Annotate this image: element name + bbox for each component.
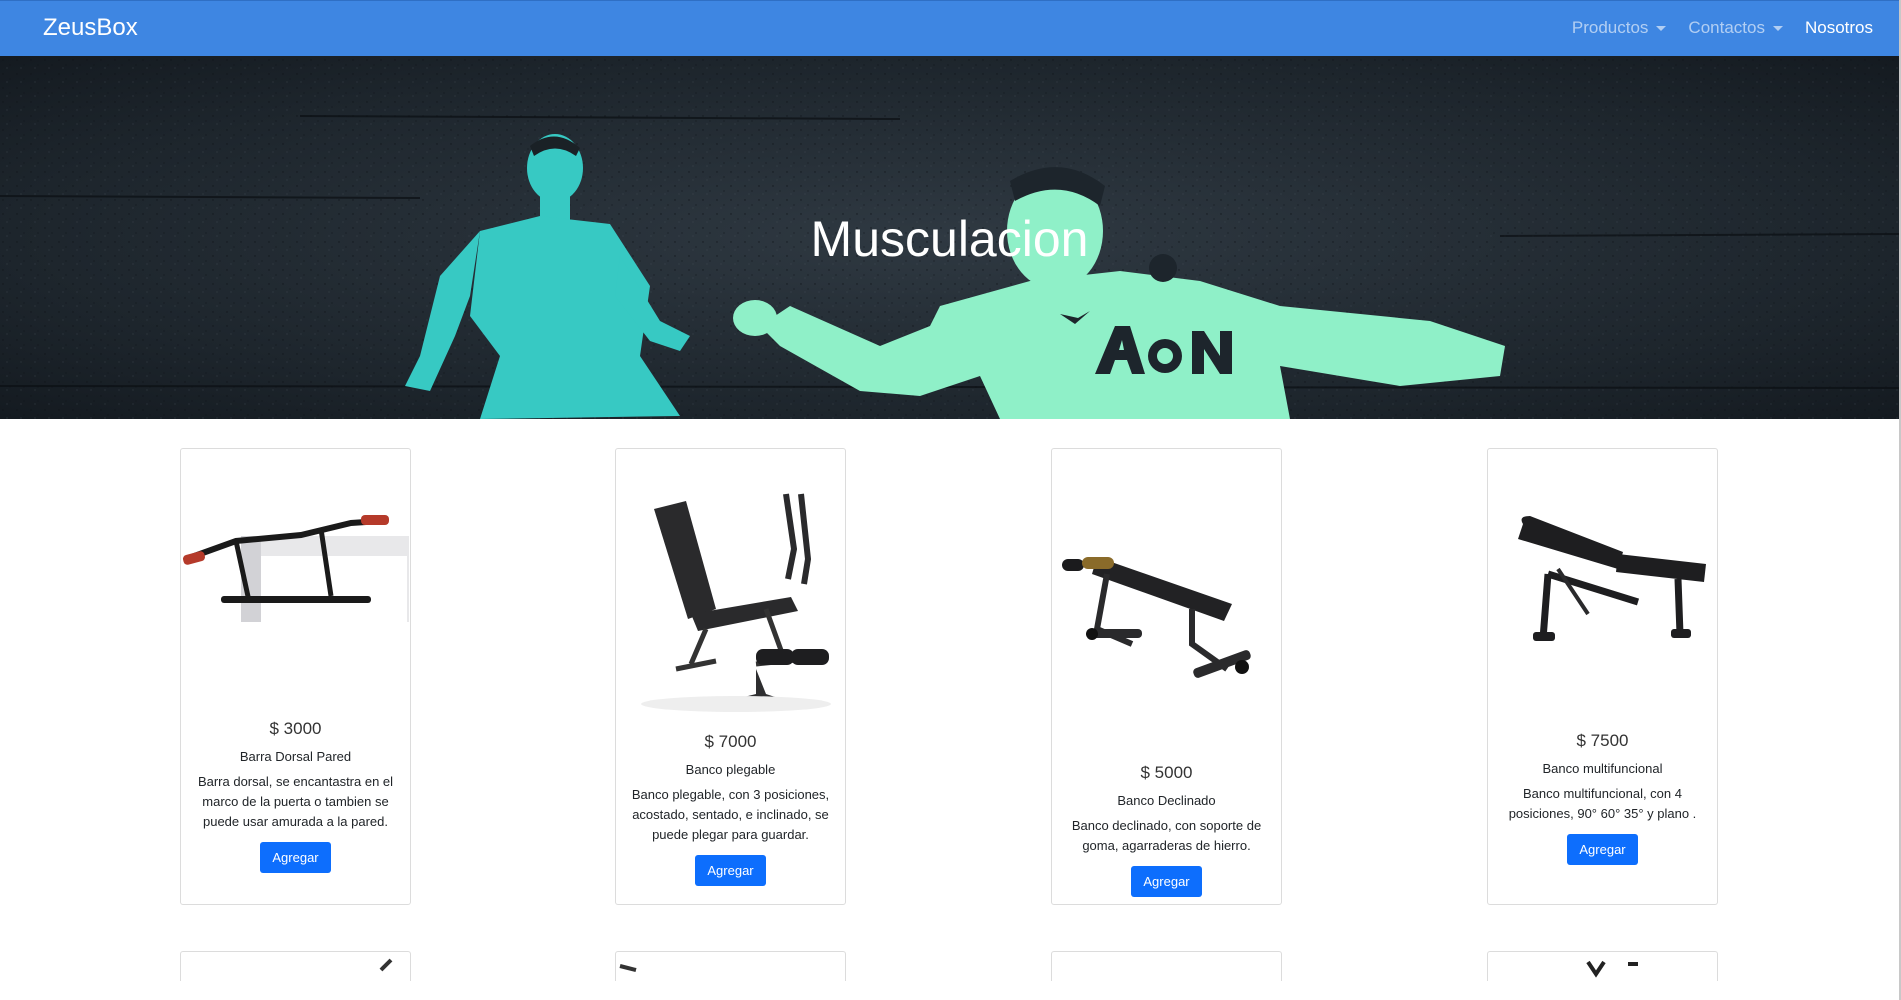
product-title: Banco multifuncional [1542,761,1663,776]
card-body: $ 3000 Barra Dorsal Pared Barra dorsal, … [181,719,410,873]
product-price: $ 3000 [269,719,322,738]
product-price: $ 5000 [1140,763,1193,782]
add-to-cart-button[interactable]: Agregar [260,842,331,873]
hero-title: Musculacion [810,211,1089,267]
nav-item-productos[interactable]: Productos [1561,18,1678,38]
product-card: $ 5000 Banco Declinado Banco declinado, … [1051,448,1282,905]
product-description: Banco multifuncional, con 4 posiciones, … [1508,786,1697,821]
product-card [1051,951,1282,981]
card-body: $ 7500 Banco multifuncional Banco multif… [1488,731,1717,865]
nav-item-contactos[interactable]: Contactos [1677,18,1794,38]
product-card: $ 3000 Barra Dorsal Pared Barra dorsal, … [180,448,411,905]
product-card [1487,951,1718,981]
product-card: $ 7000 Banco plegable Banco plegable, co… [615,448,846,905]
add-to-cart-button[interactable]: Agregar [695,855,766,886]
card-body: $ 5000 Banco Declinado Banco declinado, … [1052,763,1281,897]
product-title: Barra Dorsal Pared [239,749,352,764]
add-to-cart-button[interactable]: Agregar [1567,834,1638,865]
add-to-cart-button[interactable]: Agregar [1131,866,1202,897]
nav-item-nosotros[interactable]: Nosotros [1794,18,1884,38]
hero-banner: Musculacion [0,56,1899,419]
product-title: Banco plegable [685,762,776,777]
brand-logo[interactable]: ZeusBox [43,14,138,42]
page: ZeusBox Productos Contactos Nosotros Mus… [0,0,1899,1000]
caret-down-icon [1656,25,1667,31]
product-card: $ 7500 Banco multifuncional Banco multif… [1487,448,1718,905]
multifunction-bench-image [1488,514,1717,654]
caret-down-icon [1772,25,1783,31]
product-card [615,951,846,981]
card-body: $ 7000 Banco plegable Banco plegable, co… [616,732,845,886]
product-description: Banco declinado, con soporte de goma, ag… [1071,818,1262,853]
folding-bench-image [616,489,845,719]
nav-item-label: Productos [1571,18,1649,37]
product-card [180,951,411,981]
product-title: Banco Declinado [1117,793,1216,808]
navbar: ZeusBox Productos Contactos Nosotros [0,0,1899,56]
product-description: Banco plegable, con 3 posiciones, acosta… [631,787,830,842]
product-price: $ 7500 [1576,731,1629,750]
product-price: $ 7000 [704,732,757,751]
decline-bench-image [1052,549,1281,699]
nav-item-label: Nosotros [1804,18,1873,37]
product-description: Barra dorsal, se encantastra en el marco… [197,774,394,829]
pull-up-bar-image [181,501,410,623]
nav-menu: Productos Contactos Nosotros [1561,18,1884,38]
nav-item-label: Contactos [1688,18,1765,37]
